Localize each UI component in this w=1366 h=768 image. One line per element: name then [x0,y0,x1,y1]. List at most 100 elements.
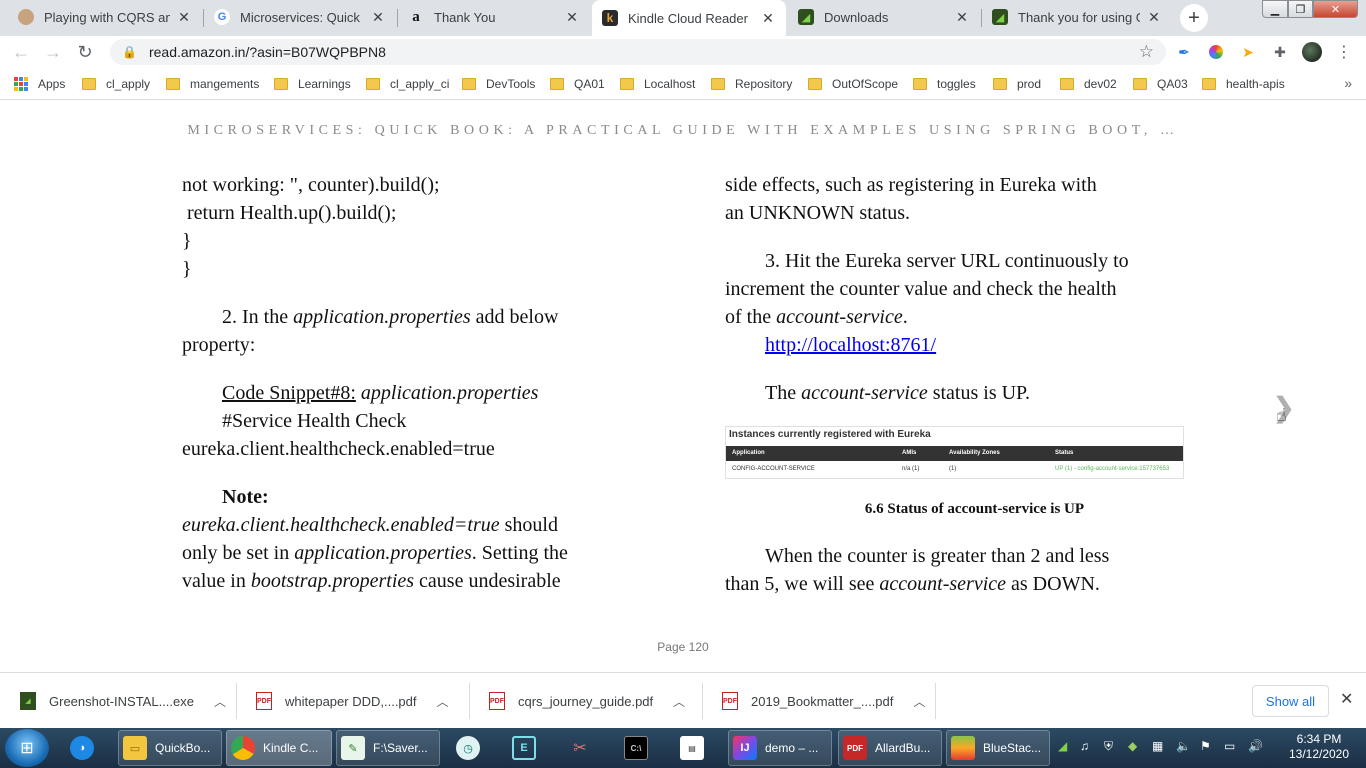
close-icon[interactable]: ✕ [176,9,192,25]
download-item[interactable]: PDF whitepaper DDD,....pdf ︿ [236,673,469,729]
tab-title: Downloads [824,9,889,25]
audio-tray-icon[interactable]: ♫ [1080,739,1089,753]
table-cell: CONFIG-ACCOUNT-SERVICE [732,466,815,472]
download-item[interactable]: PDF 2019_Bookmatter_....pdf ︿ [702,673,935,729]
eureka-url-link[interactable]: http://localhost:8761/ [765,334,936,356]
bookmark-folder[interactable]: QA03 [1133,75,1188,93]
table-cell: n/a (1) [902,466,920,472]
chevron-up-icon[interactable]: ︿ [673,693,685,710]
google-icon: G [214,9,230,25]
close-icon[interactable]: ✕ [370,9,386,25]
menu-kebab-icon[interactable]: ⋮ [1334,42,1354,62]
shield-tray-icon[interactable]: ⛨ [1104,739,1113,754]
greenshot-icon: ◢ [798,9,814,25]
clock-time: 6:34 PM [1296,732,1342,746]
bookmark-folder[interactable]: cl_apply_ci [366,75,449,93]
bookmark-folder[interactable]: QA01 [550,75,605,93]
close-icon[interactable]: ✕ [1146,9,1162,25]
extensions-puzzle-icon[interactable]: ✚ [1270,42,1290,62]
tab-thank-you[interactable]: a Thank You ✕ [398,0,590,34]
taskbar-button[interactable]: ✎ F:\Saver... [336,730,440,766]
bookmark-folder[interactable]: dev02 [1060,75,1117,93]
folder-icon [1202,78,1216,90]
chevron-up-icon[interactable]: ︿ [437,693,449,710]
editor-icon: ✎ [341,736,365,760]
download-item[interactable]: ◢ Greenshot-INSTAL....exe ︿ [0,673,236,729]
taskbar-pinned-app[interactable]: ✂ [564,730,604,766]
bookmark-folder[interactable]: health-apis [1202,75,1285,93]
paragraph-line: only be set in application.properties. S… [182,539,642,567]
intellij-icon: IJ [733,736,757,760]
maximize-button[interactable]: ❐ [1288,0,1313,18]
taskbar-pinned-app[interactable]: ◑ [66,730,106,766]
close-icon[interactable]: ✕ [760,10,776,26]
bookmark-apps[interactable]: Apps [14,75,65,93]
minimize-button[interactable]: ▁ [1262,0,1288,18]
taskbar-button[interactable]: BlueStac... [946,730,1050,766]
download-item[interactable]: PDF cqrs_journey_guide.pdf ︿ [469,673,702,729]
reload-button[interactable]: ↻ [72,39,98,65]
taskbar-button[interactable]: ▭ QuickBo... [118,730,222,766]
taskbar-pinned-app[interactable]: ◷ [452,730,492,766]
taskbar-pinned-app[interactable]: E [508,730,548,766]
speaker-tray-icon[interactable]: 🔊 [1248,739,1263,753]
close-window-button[interactable]: ✕ [1313,0,1358,18]
volume-tray-icon[interactable]: 🔈 [1176,739,1191,753]
bookmark-folder[interactable]: prod [993,75,1041,93]
display-tray-icon[interactable]: ▭ [1224,739,1235,753]
taskbar-label: F:\Saver... [373,741,428,755]
taskbar-pinned-app[interactable]: C:\ [620,730,660,766]
forward-button[interactable]: → [40,39,66,65]
pen-extension-icon[interactable]: ✒ [1174,42,1194,62]
right-page-column: side effects, such as registering in Eur… [725,171,1205,407]
chevron-up-icon[interactable]: ︿ [913,693,925,710]
bookmarks-overflow-icon[interactable]: » [1344,75,1352,91]
taskbar-button[interactable]: Kindle C... [226,730,332,766]
tab-microservices[interactable]: G Microservices: Quick Boo ✕ [204,0,396,34]
bookmark-folder[interactable]: Learnings [274,75,351,93]
bookmark-label: Localhost [644,77,696,91]
bookmark-folder[interactable]: Repository [711,75,792,93]
bluestacks-icon [951,736,975,760]
address-bar[interactable]: 🔒 read.amazon.in/?asin=B07WQPBPN8 ☆ [110,39,1166,65]
taskbar-button[interactable]: PDF AllardBu... [838,730,942,766]
paragraph-line: When the counter is greater than 2 and l… [765,545,1110,567]
table-header-cell: Availability Zones [949,450,1000,456]
tab-kindle-cloud-reader[interactable]: k Kindle Cloud Reader ✕ [592,0,786,36]
profile-avatar[interactable] [1302,42,1322,62]
notepad-icon: ▤ [680,736,704,760]
bookmark-folder[interactable]: OutOfScope [808,75,898,93]
close-icon[interactable]: ✕ [1340,689,1353,709]
eureka-heading: Instances currently registered with Eure… [729,429,931,440]
start-button[interactable]: ⊞ [5,729,49,767]
taskbar-pinned-app[interactable]: ▤ [676,730,716,766]
show-all-button[interactable]: Show all [1252,685,1329,717]
tab-downloads[interactable]: ◢ Downloads ✕ [788,0,980,34]
greenshot-tray-icon[interactable]: ◢ [1058,739,1067,753]
color-picker-extension-icon[interactable] [1206,42,1226,62]
close-icon[interactable]: ✕ [954,9,970,25]
app-tray-icon[interactable]: ◆ [1128,739,1137,753]
system-clock[interactable]: 6:34 PM 13/12/2020 [1284,732,1354,762]
bookmark-folder[interactable]: cl_apply [82,75,150,93]
back-button[interactable]: ← [8,39,34,65]
arrow-extension-icon[interactable]: ➤ [1238,42,1258,62]
new-tab-button[interactable]: + [1180,4,1208,32]
flag-tray-icon[interactable]: ⚑ [1200,739,1211,753]
bookmark-folder[interactable]: Localhost [620,75,695,93]
tab-cqrs[interactable]: Playing with CQRS and E ✕ [8,0,202,34]
network-tray-icon[interactable]: ▦ [1152,739,1163,753]
close-icon[interactable]: ✕ [564,9,580,25]
bookmark-folder[interactable]: toggles [913,75,976,93]
tab-greenshot-thanks[interactable]: ◢ Thank you for using Gre ✕ [982,0,1172,34]
greenshot-icon: ◢ [20,692,36,710]
bookmark-folder[interactable]: mangements [166,75,259,93]
taskbar-label: demo – ... [765,741,819,755]
chevron-up-icon[interactable]: ︿ [214,693,226,710]
taskbar-button[interactable]: IJ demo – ... [728,730,832,766]
bookmark-folder[interactable]: DevTools [462,75,535,93]
bookmark-star-icon[interactable]: ☆ [1139,42,1154,62]
